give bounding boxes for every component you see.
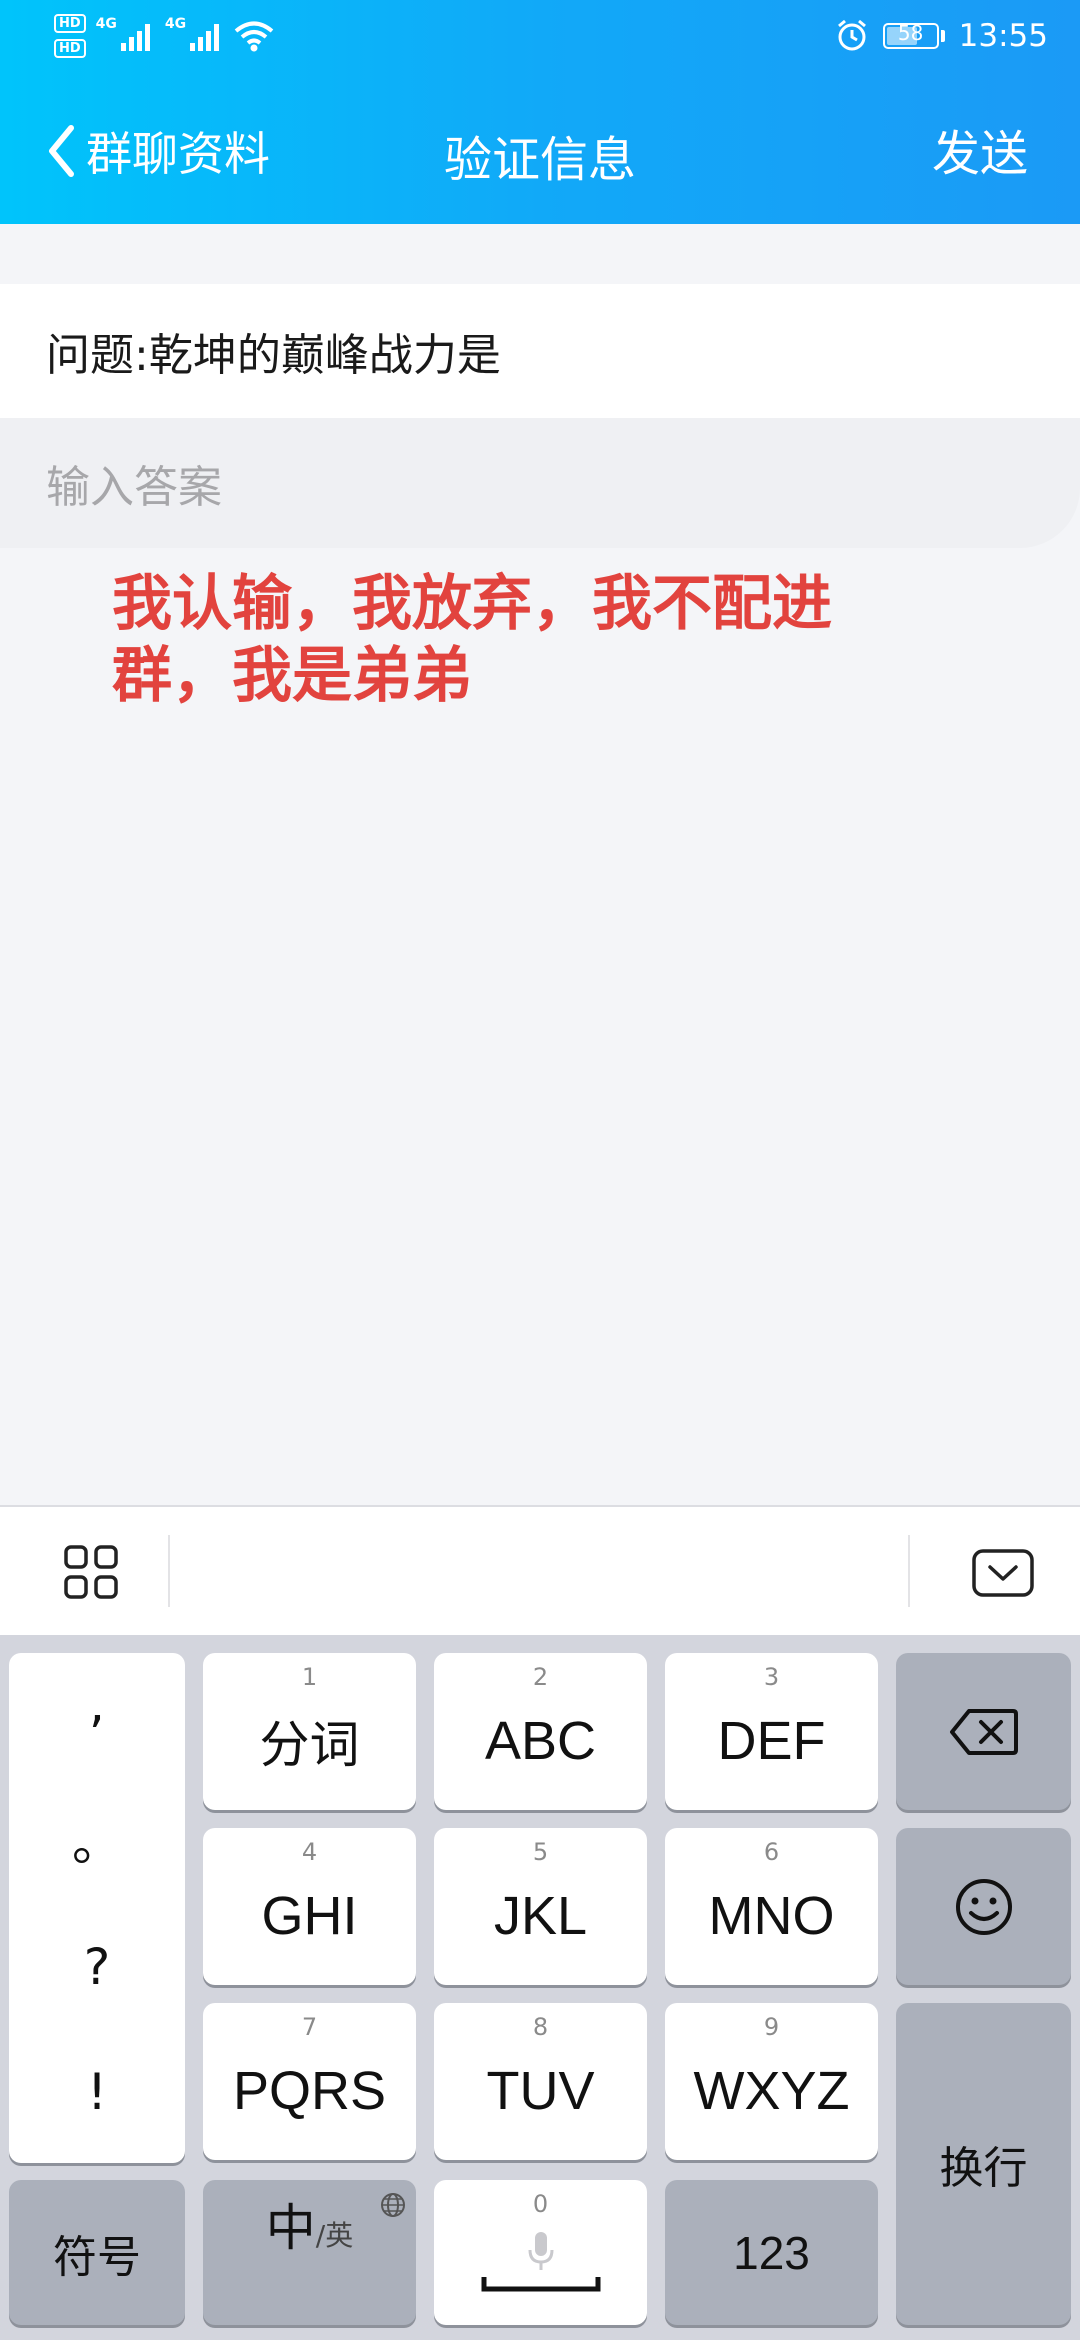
key-number: 3 [763, 1663, 780, 1691]
number-mode-key[interactable]: 123 [665, 2180, 878, 2325]
punct-key[interactable]: 。 [9, 1803, 185, 1875]
key-number: 9 [763, 2013, 780, 2041]
battery-level: 58 [897, 21, 924, 45]
hd-badges: HD HD [54, 14, 86, 58]
network-label: 4G [164, 16, 187, 32]
toolbar-divider [168, 1535, 170, 1607]
key-4[interactable]: 4 GHI [203, 1828, 416, 1985]
key-label: TUV [486, 2060, 595, 2121]
clock: 13:55 [958, 18, 1048, 54]
key-number: 8 [532, 2013, 549, 2041]
key-1[interactable]: 1 分词 [203, 1653, 416, 1810]
punct-key[interactable]: , [9, 1675, 185, 1733]
lang-alt-label: /英 [315, 2219, 354, 2252]
answer-placeholder: 输入答案 [46, 462, 222, 513]
battery-icon: 58 [882, 21, 939, 49]
key-number: 0 [532, 2190, 549, 2218]
key-5[interactable]: 5 JKL [434, 1828, 647, 1985]
emoji-key[interactable] [896, 1828, 1071, 1985]
toolbar-divider [908, 1535, 910, 1607]
enter-key[interactable]: 换行 [896, 2003, 1071, 2325]
battery-indicator: 58 [882, 21, 945, 49]
key-number: 4 [301, 1838, 318, 1866]
space-bar-icon [481, 2276, 600, 2291]
key-label: 分词 [259, 1715, 360, 1774]
key-2[interactable]: 2 ABC [434, 1653, 647, 1810]
key-label: GHI [261, 1885, 358, 1946]
symbols-key[interactable]: 符号 [9, 2180, 185, 2325]
answer-input[interactable]: 输入答案 [0, 418, 1080, 548]
question-text: 问题:乾坤的巅峰战力是 [0, 284, 1080, 418]
microphone-icon [528, 2231, 553, 2270]
wifi-icon [234, 21, 274, 52]
punct-key[interactable]: ! [9, 2063, 185, 2121]
key-8[interactable]: 8 TUV [434, 2003, 647, 2160]
key-3[interactable]: 3 DEF [665, 1653, 878, 1810]
key-label: DEF [717, 1710, 826, 1771]
enter-label: 换行 [939, 2143, 1028, 2194]
hd-badge: HD [54, 39, 86, 58]
symbols-label: 符号 [53, 2231, 141, 2283]
punctuation-column: , 。 ? ! [9, 1653, 185, 2163]
keyboard-collapse-icon[interactable] [972, 1549, 1034, 1597]
globe-icon [381, 2193, 405, 2217]
backspace-key[interactable] [896, 1653, 1071, 1810]
status-left: HD HD 4G 4G [54, 14, 274, 58]
number-mode-label: 123 [733, 2226, 810, 2279]
alarm-icon [837, 19, 866, 51]
key-label: JKL [493, 1885, 588, 1946]
smiley-icon [955, 1878, 1012, 1935]
space-key[interactable]: 0 [434, 2180, 647, 2325]
send-button[interactable]: 发送 [932, 114, 1028, 184]
grid-menu-icon[interactable] [64, 1545, 118, 1599]
overlay-caption: 我认输，我放弃，我不配进群，我是弟弟 [112, 569, 832, 711]
key-number: 5 [532, 1838, 549, 1866]
signal-icon [190, 24, 220, 51]
key-number: 6 [763, 1838, 780, 1866]
key-number: 1 [301, 1663, 318, 1691]
key-number: 2 [532, 1663, 549, 1691]
signal-icon [120, 24, 150, 51]
network-label: 4G [95, 16, 117, 32]
key-number: 7 [301, 2013, 318, 2041]
key-label: WXYZ [693, 2060, 850, 2121]
key-6[interactable]: 6 MNO [665, 1828, 878, 1985]
header-bar: HD HD 4G 4G 58 13:55 群聊资料 验证信息 发送 [0, 0, 1080, 224]
punct-key[interactable]: ? [9, 1938, 185, 1996]
backspace-icon [949, 1708, 1018, 1755]
keyboard-toolbar [0, 1505, 1080, 1635]
lang-main-label: 中 [265, 2199, 316, 2257]
page-title: 验证信息 [443, 132, 636, 188]
language-switch-key[interactable]: 中 /英 [203, 2180, 416, 2325]
key-label: ABC [484, 1710, 597, 1771]
keyboard: , 。 ? ! 1 分词 2 ABC 3 DEF 4 GHI 5 JKL 6 M… [0, 1635, 1080, 2340]
hd-badge: HD [54, 14, 86, 33]
key-label: MNO [708, 1885, 835, 1946]
key-9[interactable]: 9 WXYZ [665, 2003, 878, 2160]
key-7[interactable]: 7 PQRS [203, 2003, 416, 2160]
key-label: PQRS [232, 2060, 387, 2121]
status-right: 58 13:55 [835, 18, 1048, 54]
